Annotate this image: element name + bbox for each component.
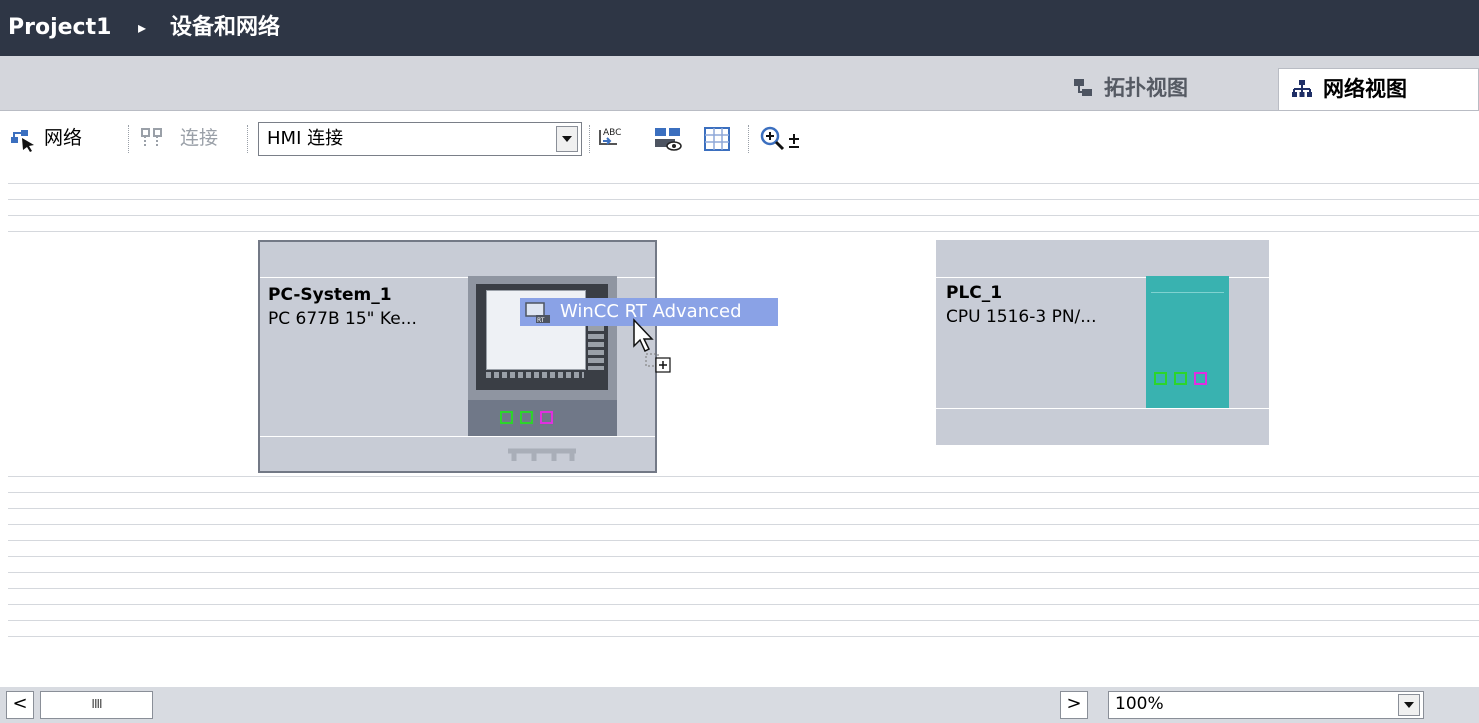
show-hide-icon[interactable]	[653, 124, 683, 154]
device-port-bar	[468, 400, 617, 436]
title-bar: Project1 ▸ 设备和网络	[0, 0, 1479, 56]
device-divider	[260, 436, 655, 437]
ethernet-port[interactable]	[1154, 372, 1167, 385]
scroll-left-button[interactable]: <	[6, 691, 34, 719]
plc-port-group	[1154, 368, 1217, 390]
device-name[interactable]: PLC_1	[946, 282, 1002, 304]
chevron-down-icon[interactable]	[1398, 694, 1420, 716]
canvas-gridline	[8, 231, 1479, 232]
canvas-gridline	[8, 199, 1479, 200]
plc-status-strip	[1151, 280, 1224, 293]
ethernet-port[interactable]	[500, 411, 513, 424]
device-pc-system[interactable]: PC-System_1 PC 677B 15" Ke...	[258, 240, 657, 473]
connection-type-select[interactable]: HMI 连接	[258, 122, 582, 156]
status-bar: < IIII > 100%	[0, 687, 1479, 723]
profibus-port[interactable]	[1194, 372, 1207, 385]
canvas-gridline	[8, 524, 1479, 525]
toolbar-separator	[589, 125, 591, 153]
connection-type-value: HMI 连接	[267, 128, 344, 149]
svg-text:ABC: ABC	[603, 128, 621, 138]
zoom-value: 100%	[1115, 694, 1164, 714]
breadcrumb-separator-icon: ▸	[138, 18, 147, 37]
scroll-thumb[interactable]: IIII	[40, 691, 153, 719]
device-divider	[936, 408, 1269, 409]
rack-connector-icon	[508, 448, 576, 461]
page-title: 设备和网络	[170, 15, 281, 40]
scroll-right-button[interactable]: >	[1060, 691, 1088, 719]
tab-topology-view[interactable]: 拓扑视图	[1060, 68, 1270, 110]
canvas-gridline	[8, 556, 1479, 557]
tab-network-label: 网络视图	[1323, 77, 1407, 101]
canvas-gridline	[8, 636, 1479, 637]
toolbar-separator	[748, 125, 750, 153]
canvas-gridline	[8, 476, 1479, 477]
tab-network-view[interactable]: 网络视图	[1278, 68, 1479, 110]
device-type: PC 677B 15" Ke...	[268, 309, 417, 329]
ethernet-port[interactable]	[1174, 372, 1187, 385]
device-plc[interactable]: PLC_1 CPU 1516-3 PN/...	[936, 240, 1269, 445]
canvas-gridline	[8, 620, 1479, 621]
table-view-icon[interactable]	[702, 124, 732, 154]
address-label-icon[interactable]: ABC	[597, 124, 627, 154]
network-mode-label[interactable]: 网络	[44, 125, 82, 151]
panel-pc-fkeys	[486, 372, 584, 378]
ethernet-port[interactable]	[520, 411, 533, 424]
network-view-icon	[1292, 80, 1312, 97]
tab-topology-label: 拓扑视图	[1104, 76, 1188, 100]
panel-pc-image[interactable]	[468, 276, 617, 400]
connection-mode-icon[interactable]	[140, 127, 164, 151]
svg-text:RT: RT	[537, 317, 545, 324]
connection-mode-label[interactable]: 连接	[180, 125, 218, 151]
view-tab-bar: 拓扑视图 网络视图	[0, 56, 1479, 111]
topology-view-icon	[1074, 79, 1092, 96]
drag-cursor-icon	[633, 318, 671, 373]
canvas-gridline	[8, 183, 1479, 184]
wincc-rt-icon: RT	[525, 302, 550, 324]
toolbar-separator	[128, 125, 130, 153]
profibus-port[interactable]	[540, 411, 553, 424]
canvas-gridline	[8, 572, 1479, 573]
device-name[interactable]: PC-System_1	[268, 284, 392, 306]
zoom-select[interactable]: 100%	[1108, 691, 1424, 719]
zoom-icon[interactable]	[758, 124, 812, 154]
device-type: CPU 1516-3 PN/...	[946, 307, 1097, 327]
plc-cpu-image[interactable]	[1146, 276, 1229, 408]
canvas-gridline	[8, 492, 1479, 493]
canvas-gridline	[8, 540, 1479, 541]
chevron-down-icon[interactable]	[556, 126, 578, 152]
canvas-gridline	[8, 508, 1479, 509]
breadcrumb-project[interactable]: Project1	[8, 0, 111, 56]
network-toolbar: 网络 连接	[0, 111, 1479, 167]
canvas-gridline	[8, 588, 1479, 589]
canvas-gridline	[8, 215, 1479, 216]
canvas-gridline	[8, 604, 1479, 605]
toolbar-separator	[247, 125, 249, 153]
network-mode-icon[interactable]	[10, 128, 36, 152]
